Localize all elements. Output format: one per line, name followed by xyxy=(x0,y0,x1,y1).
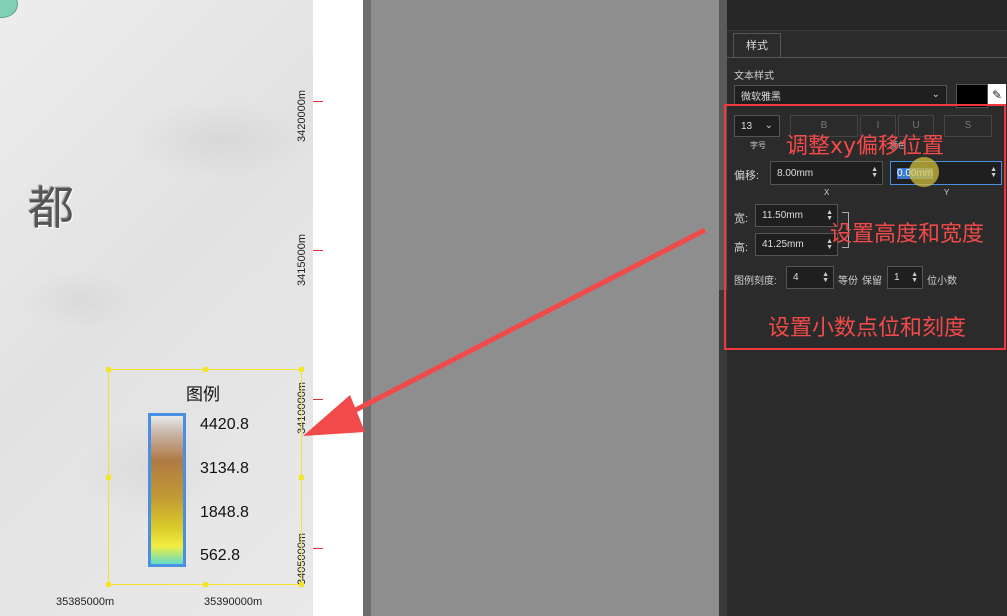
y-tick xyxy=(313,250,323,251)
y-axis-label: 3420000m xyxy=(296,90,308,142)
resize-handle[interactable] xyxy=(299,582,304,587)
annotation-decimal: 设置小数点位和刻度 xyxy=(768,316,967,341)
legend-title: 图例 xyxy=(186,385,220,404)
font-family-select[interactable]: 微软雅黑 ⌄ xyxy=(734,85,947,105)
layout-canvas xyxy=(371,0,719,616)
y-axis-label: 3415000m xyxy=(296,234,308,286)
chevron-down-icon: ⌄ xyxy=(931,89,940,100)
map-margin xyxy=(313,0,363,616)
legend-color-bar xyxy=(148,413,186,567)
eyedropper-icon[interactable]: ✎ xyxy=(988,84,1006,106)
y-tick xyxy=(313,548,323,549)
resize-handle[interactable] xyxy=(106,475,111,480)
legend-value: 562.8 xyxy=(200,547,241,564)
tab-style[interactable]: 样式 xyxy=(733,33,781,58)
resize-handle[interactable] xyxy=(203,582,208,587)
tab-divider xyxy=(727,57,1007,58)
resize-handle[interactable] xyxy=(299,475,304,480)
panel-header xyxy=(727,0,1007,31)
legend-value: 3134.8 xyxy=(200,460,249,477)
x-axis-label: 35385000m xyxy=(56,596,115,608)
resize-handle[interactable] xyxy=(106,367,111,372)
text-style-label: 文本样式 xyxy=(734,71,774,82)
font-family-value: 微软雅黑 xyxy=(741,91,781,103)
legend-value: 4420.8 xyxy=(200,416,249,433)
y-tick xyxy=(313,399,323,400)
annotation-offset: 调整xy偏移位置 xyxy=(786,134,945,159)
y-tick xyxy=(313,101,323,102)
page-edge xyxy=(363,0,371,616)
legend-value: 1848.8 xyxy=(200,504,249,521)
resize-handle[interactable] xyxy=(106,582,111,587)
resize-handle[interactable] xyxy=(203,367,208,372)
resize-handle[interactable] xyxy=(299,367,304,372)
x-axis-label: 35390000m xyxy=(204,596,263,608)
annotation-size: 设置高度和宽度 xyxy=(830,222,985,247)
city-label: 都 xyxy=(28,181,74,235)
